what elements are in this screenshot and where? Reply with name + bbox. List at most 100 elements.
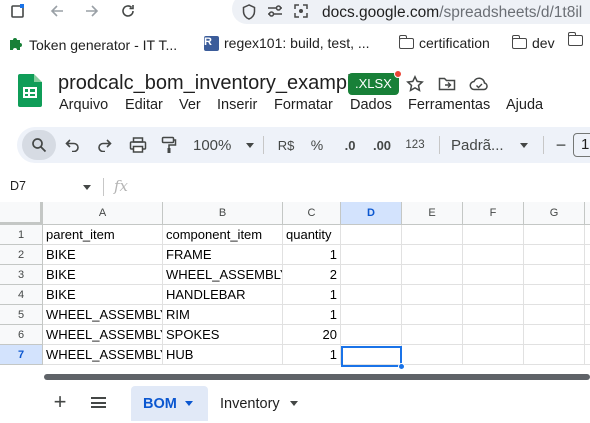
add-sheet-icon[interactable]: + [50, 389, 70, 414]
font-size-input[interactable]: 1 [573, 133, 590, 157]
undo-icon[interactable] [64, 135, 82, 155]
menu-dados[interactable]: Dados [350, 97, 392, 113]
name-box[interactable]: D7 [10, 179, 26, 193]
decrease-font-size-icon[interactable]: − [554, 135, 568, 155]
cell-e5[interactable] [402, 305, 463, 325]
cell-f7[interactable] [463, 345, 524, 365]
formula-input[interactable] [136, 178, 576, 196]
site-settings-icon[interactable] [267, 4, 283, 21]
chevron-down-icon[interactable] [289, 401, 298, 406]
lens-icon[interactable] [294, 4, 308, 21]
row-header-7[interactable]: 7 [0, 345, 43, 365]
fill-handle[interactable] [398, 363, 405, 370]
bookmark-token-generator[interactable]: Token generator - IT T... [8, 35, 177, 54]
cell-h7[interactable] [585, 345, 590, 365]
cell-b1[interactable]: component_item [163, 225, 283, 245]
menu-ver[interactable]: Ver [179, 97, 201, 113]
cell-g4[interactable] [524, 285, 585, 305]
bookmark-overflow[interactable] [567, 32, 588, 46]
back-arrow-icon[interactable] [47, 1, 67, 21]
bookmark-regex101[interactable]: R regex101: build, test, ... [204, 35, 370, 51]
column-header-g[interactable]: G [524, 202, 585, 225]
column-header-f[interactable]: F [463, 202, 524, 225]
move-folder-icon[interactable] [436, 73, 458, 95]
cell-b3[interactable]: WHEEL_ASSEMBLY [163, 265, 283, 285]
doc-title[interactable]: prodcalc_bom_inventory_example [58, 72, 363, 95]
cell-d6[interactable] [341, 325, 402, 345]
cell-g1[interactable] [524, 225, 585, 245]
cell-c1[interactable]: quantity [283, 225, 341, 245]
cell-c6[interactable]: 20 [283, 325, 341, 345]
column-header-h[interactable] [585, 202, 590, 225]
cell-g6[interactable] [524, 325, 585, 345]
address-bar[interactable]: docs.google.com/spreadsheets/d/1t8il [232, 0, 590, 24]
row-header-6[interactable]: 6 [0, 325, 43, 345]
cell-f2[interactable] [463, 245, 524, 265]
cell-e3[interactable] [402, 265, 463, 285]
cell-h2[interactable] [585, 245, 590, 265]
horizontal-scrollbar[interactable] [44, 374, 590, 380]
number-format-button[interactable]: 123 [403, 135, 427, 155]
cell-e1[interactable] [402, 225, 463, 245]
decrease-decimal-button[interactable]: .0 [339, 135, 361, 155]
cell-c2[interactable]: 1 [283, 245, 341, 265]
bookmark-dev[interactable]: dev [511, 34, 555, 51]
cell-b4[interactable]: HANDLEBAR [163, 285, 283, 305]
cell-a1[interactable]: parent_item [43, 225, 163, 245]
sheet-tab-bom[interactable]: BOM [131, 386, 208, 421]
sheets-logo[interactable] [18, 74, 42, 107]
chevron-down-icon[interactable] [83, 185, 91, 190]
cell-b6[interactable]: SPOKES [163, 325, 283, 345]
cell-g2[interactable] [524, 245, 585, 265]
cell-f1[interactable] [463, 225, 524, 245]
reload-icon[interactable] [118, 1, 138, 21]
chevron-down-icon[interactable] [184, 401, 193, 406]
cell-h5[interactable] [585, 305, 590, 325]
cloud-status-icon[interactable] [468, 73, 490, 95]
cell-c7[interactable]: 1 [283, 345, 341, 365]
font-family-select[interactable]: Padrã... [451, 135, 531, 155]
percent-format-button[interactable]: % [308, 135, 326, 155]
file-format-badge[interactable]: .XLSX [348, 70, 402, 95]
cell-c3[interactable]: 2 [283, 265, 341, 285]
row-header-5[interactable]: 5 [0, 305, 43, 325]
search-icon[interactable] [30, 135, 48, 155]
cell-a2[interactable]: BIKE [43, 245, 163, 265]
row-header-2[interactable]: 2 [0, 245, 43, 265]
menu-ajuda[interactable]: Ajuda [506, 97, 543, 113]
sheet-tab-inventory[interactable]: Inventory [220, 386, 298, 421]
cell-d3[interactable] [341, 265, 402, 285]
cell-c5[interactable]: 1 [283, 305, 341, 325]
zoom-select[interactable]: 100% [193, 135, 255, 155]
active-cell-d7[interactable] [341, 346, 402, 367]
cell-h4[interactable] [585, 285, 590, 305]
menu-ferramentas[interactable]: Ferramentas [408, 97, 490, 113]
menu-formatar[interactable]: Formatar [274, 97, 333, 113]
cell-d1[interactable] [341, 225, 402, 245]
cell-e6[interactable] [402, 325, 463, 345]
column-header-e[interactable]: E [402, 202, 463, 225]
cell-b2[interactable]: FRAME [163, 245, 283, 265]
all-sheets-icon[interactable] [91, 397, 106, 408]
cell-a6[interactable]: WHEEL_ASSEMBLY [43, 325, 163, 345]
bookmark-certification[interactable]: certification [398, 34, 490, 51]
cell-d2[interactable] [341, 245, 402, 265]
currency-format-button[interactable]: R$ [275, 135, 297, 155]
cell-a5[interactable]: WHEEL_ASSEMBLY [43, 305, 163, 325]
shield-icon[interactable] [242, 4, 256, 23]
print-icon[interactable] [128, 135, 148, 155]
menu-arquivo[interactable]: Arquivo [59, 97, 108, 113]
paint-format-icon[interactable] [159, 135, 179, 155]
cell-f6[interactable] [463, 325, 524, 345]
increase-decimal-button[interactable]: .00 [369, 135, 395, 155]
tab-strip-icon[interactable] [8, 1, 28, 21]
forward-arrow-icon[interactable] [82, 1, 102, 21]
row-header-4[interactable]: 4 [0, 285, 43, 305]
cell-f4[interactable] [463, 285, 524, 305]
cell-h6[interactable] [585, 325, 590, 345]
cell-b5[interactable]: RIM [163, 305, 283, 325]
cell-f5[interactable] [463, 305, 524, 325]
cell-g3[interactable] [524, 265, 585, 285]
url-text[interactable]: docs.google.com/spreadsheets/d/1t8il [322, 4, 582, 22]
cell-g7[interactable] [524, 345, 585, 365]
